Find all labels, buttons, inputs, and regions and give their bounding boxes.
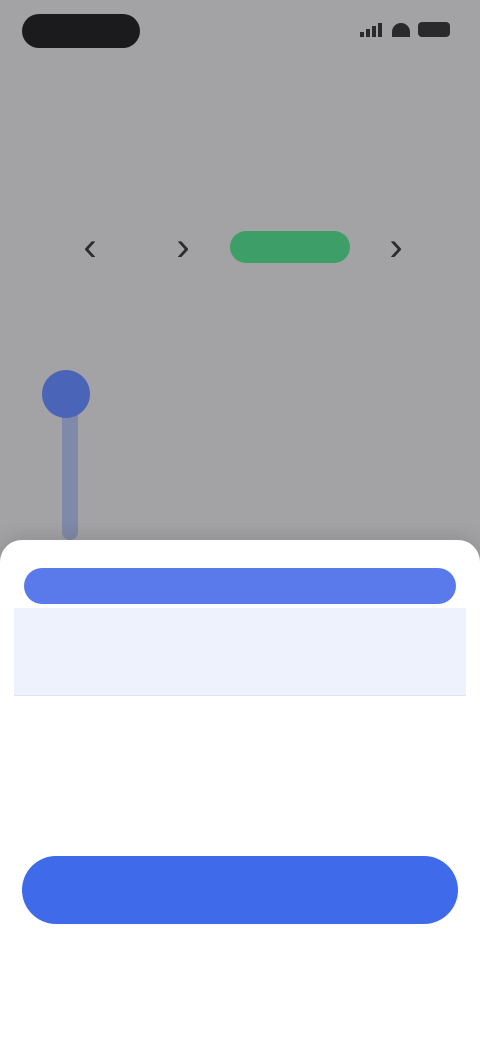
bottom-sheet (0, 540, 480, 1040)
status-bar (0, 0, 480, 64)
decrement-button[interactable]: ‹ (78, 227, 102, 267)
plan-option-selected[interactable] (14, 608, 466, 696)
sheet-header-banner (24, 568, 456, 604)
increment-button[interactable]: › (171, 227, 195, 267)
timeline-dot (42, 370, 90, 418)
continue-button[interactable] (22, 856, 458, 924)
timeline (40, 316, 440, 540)
status-badge[interactable] (229, 231, 350, 263)
status-icons (360, 22, 450, 37)
quantity-stepper: ‹ › › (78, 222, 408, 272)
battery-icon (418, 22, 450, 37)
signal-icon (360, 22, 384, 37)
wifi-icon (392, 22, 410, 37)
plan-option[interactable] (14, 702, 466, 790)
next-button[interactable]: › (384, 227, 408, 267)
status-time (22, 14, 140, 48)
